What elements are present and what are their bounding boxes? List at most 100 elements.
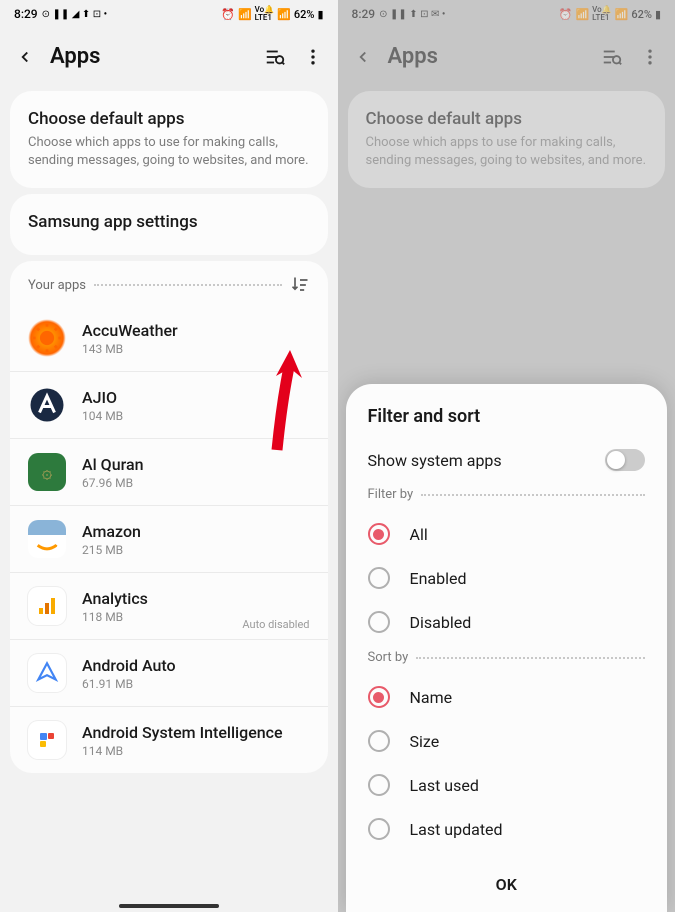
app-item[interactable]: Amazon 215 MB	[10, 506, 328, 573]
androidauto-icon	[28, 654, 66, 692]
radio-button[interactable]	[368, 730, 390, 752]
app-size: 114 MB	[82, 744, 310, 758]
group-label: Filter by	[368, 487, 414, 502]
screen-apps-list: 8:29 ⊙ ❚❚ ◢ ⬆ ⊡ • ⏰ 📶 Vo🔔LTE1 📶 62% ▮ Ap…	[0, 0, 338, 912]
more-icon[interactable]	[302, 46, 324, 68]
app-size: 61.91 MB	[82, 677, 310, 691]
back-button[interactable]	[14, 46, 36, 68]
androidsystem-icon	[28, 721, 66, 759]
lte-icon: Vo🔔LTE1	[255, 6, 274, 22]
radio-label: Name	[410, 688, 453, 707]
app-name: Amazon	[82, 522, 310, 541]
card-title: Choose default apps	[28, 109, 310, 129]
sort-group-header: Sort by	[368, 650, 646, 665]
app-size: 143 MB	[82, 342, 310, 356]
status-icons-left: ⊙ ❚❚ ⬆ ⊡ ✉ •	[379, 9, 445, 20]
screen-filter-sheet: 8:29 ⊙ ❚❚ ⬆ ⊡ ✉ • ⏰ 📶 Vo🔔LTE1 📶 62% ▮ Ap…	[338, 0, 675, 912]
sort-button[interactable]	[290, 275, 310, 295]
app-name: AJIO	[82, 388, 310, 407]
show-system-toggle-row[interactable]: Show system apps	[368, 449, 646, 471]
page-title: Apps	[50, 44, 250, 69]
app-item[interactable]: Analytics 118 MB Auto disabled	[10, 573, 328, 640]
search-icon	[601, 46, 623, 68]
radio-label: Disabled	[410, 613, 472, 632]
radio-label: Last used	[410, 776, 479, 795]
divider	[416, 657, 645, 659]
samsung-settings-card[interactable]: Samsung app settings	[10, 194, 328, 255]
page-title: Apps	[388, 44, 588, 69]
status-bar: 8:29 ⊙ ❚❚ ⬆ ⊡ ✉ • ⏰ 📶 Vo🔔LTE1 📶 62% ▮	[338, 0, 675, 26]
filter-disabled[interactable]: Disabled	[368, 600, 646, 644]
divider	[421, 494, 645, 496]
app-item[interactable]: AJIO 104 MB	[10, 372, 328, 439]
amazon-icon	[28, 520, 66, 558]
analytics-icon	[28, 587, 66, 625]
app-item[interactable]: AccuWeather 143 MB	[10, 305, 328, 372]
wifi-icon: 📶	[238, 8, 252, 21]
radio-button[interactable]	[368, 567, 390, 589]
app-name: Analytics	[82, 589, 310, 608]
alarm-icon: ⏰	[559, 8, 573, 21]
apps-list-card: Your apps AccuWeather 143 MB AJIO 104 MB	[10, 261, 328, 773]
app-header: Apps	[0, 26, 338, 85]
default-apps-card[interactable]: Choose default apps Choose which apps to…	[10, 91, 328, 188]
radio-button[interactable]	[368, 611, 390, 633]
status-time: 8:29	[352, 7, 376, 21]
filter-group-header: Filter by	[368, 487, 646, 502]
toggle-label: Show system apps	[368, 451, 502, 470]
alarm-icon: ⏰	[221, 8, 235, 21]
radio-button[interactable]	[368, 818, 390, 840]
group-label: Sort by	[368, 650, 409, 665]
app-name: AccuWeather	[82, 321, 310, 340]
sort-size[interactable]: Size	[368, 719, 646, 763]
alquran-icon: ۞	[28, 453, 66, 491]
battery-percent: 62%	[631, 8, 652, 21]
card-desc: Choose which apps to use for making call…	[28, 134, 310, 170]
app-item[interactable]: ۞ Al Quran 67.96 MB	[10, 439, 328, 506]
status-icons-left: ⊙ ❚❚ ◢ ⬆ ⊡ •	[42, 9, 108, 20]
section-header: Your apps	[10, 261, 328, 305]
signal-icon: 📶	[277, 8, 291, 21]
app-size: 67.96 MB	[82, 476, 310, 490]
filter-enabled[interactable]: Enabled	[368, 556, 646, 600]
accuweather-icon	[28, 319, 66, 357]
sheet-title: Filter and sort	[368, 406, 646, 427]
lte-icon: Vo🔔LTE1	[592, 6, 611, 22]
back-button	[352, 46, 374, 68]
battery-percent: 62%	[294, 8, 315, 21]
search-icon[interactable]	[264, 46, 286, 68]
ok-button[interactable]: OK	[368, 859, 646, 898]
app-header: Apps	[338, 26, 675, 85]
toggle-switch[interactable]	[605, 449, 645, 471]
radio-label: Enabled	[410, 569, 467, 588]
sort-name[interactable]: Name	[368, 675, 646, 719]
card-title: Samsung app settings	[28, 212, 310, 232]
battery-icon: ▮	[317, 8, 323, 21]
wifi-icon: 📶	[575, 8, 589, 21]
status-time: 8:29	[14, 7, 38, 21]
signal-icon: 📶	[615, 8, 629, 21]
app-tag: Auto disabled	[242, 618, 309, 631]
app-item[interactable]: Android System Intelligence 114 MB	[10, 707, 328, 773]
radio-button[interactable]	[368, 523, 390, 545]
sort-lastupdated[interactable]: Last updated	[368, 807, 646, 851]
app-size: 215 MB	[82, 543, 310, 557]
radio-button[interactable]	[368, 686, 390, 708]
app-item[interactable]: Android Auto 61.91 MB	[10, 640, 328, 707]
filter-sort-sheet: Filter and sort Show system apps Filter …	[346, 384, 668, 912]
radio-button[interactable]	[368, 774, 390, 796]
app-name: Android Auto	[82, 656, 310, 675]
battery-icon: ▮	[655, 8, 661, 21]
sort-lastused[interactable]: Last used	[368, 763, 646, 807]
app-size: 104 MB	[82, 409, 310, 423]
radio-label: Size	[410, 732, 440, 751]
filter-all[interactable]: All	[368, 512, 646, 556]
section-title: Your apps	[28, 278, 86, 293]
default-apps-card: Choose default apps Choose which apps to…	[348, 91, 666, 188]
divider	[94, 284, 282, 286]
more-icon	[639, 46, 661, 68]
ajio-icon	[28, 386, 66, 424]
home-indicator[interactable]	[119, 904, 219, 908]
status-bar: 8:29 ⊙ ❚❚ ◢ ⬆ ⊡ • ⏰ 📶 Vo🔔LTE1 📶 62% ▮	[0, 0, 338, 26]
app-name: Al Quran	[82, 455, 310, 474]
